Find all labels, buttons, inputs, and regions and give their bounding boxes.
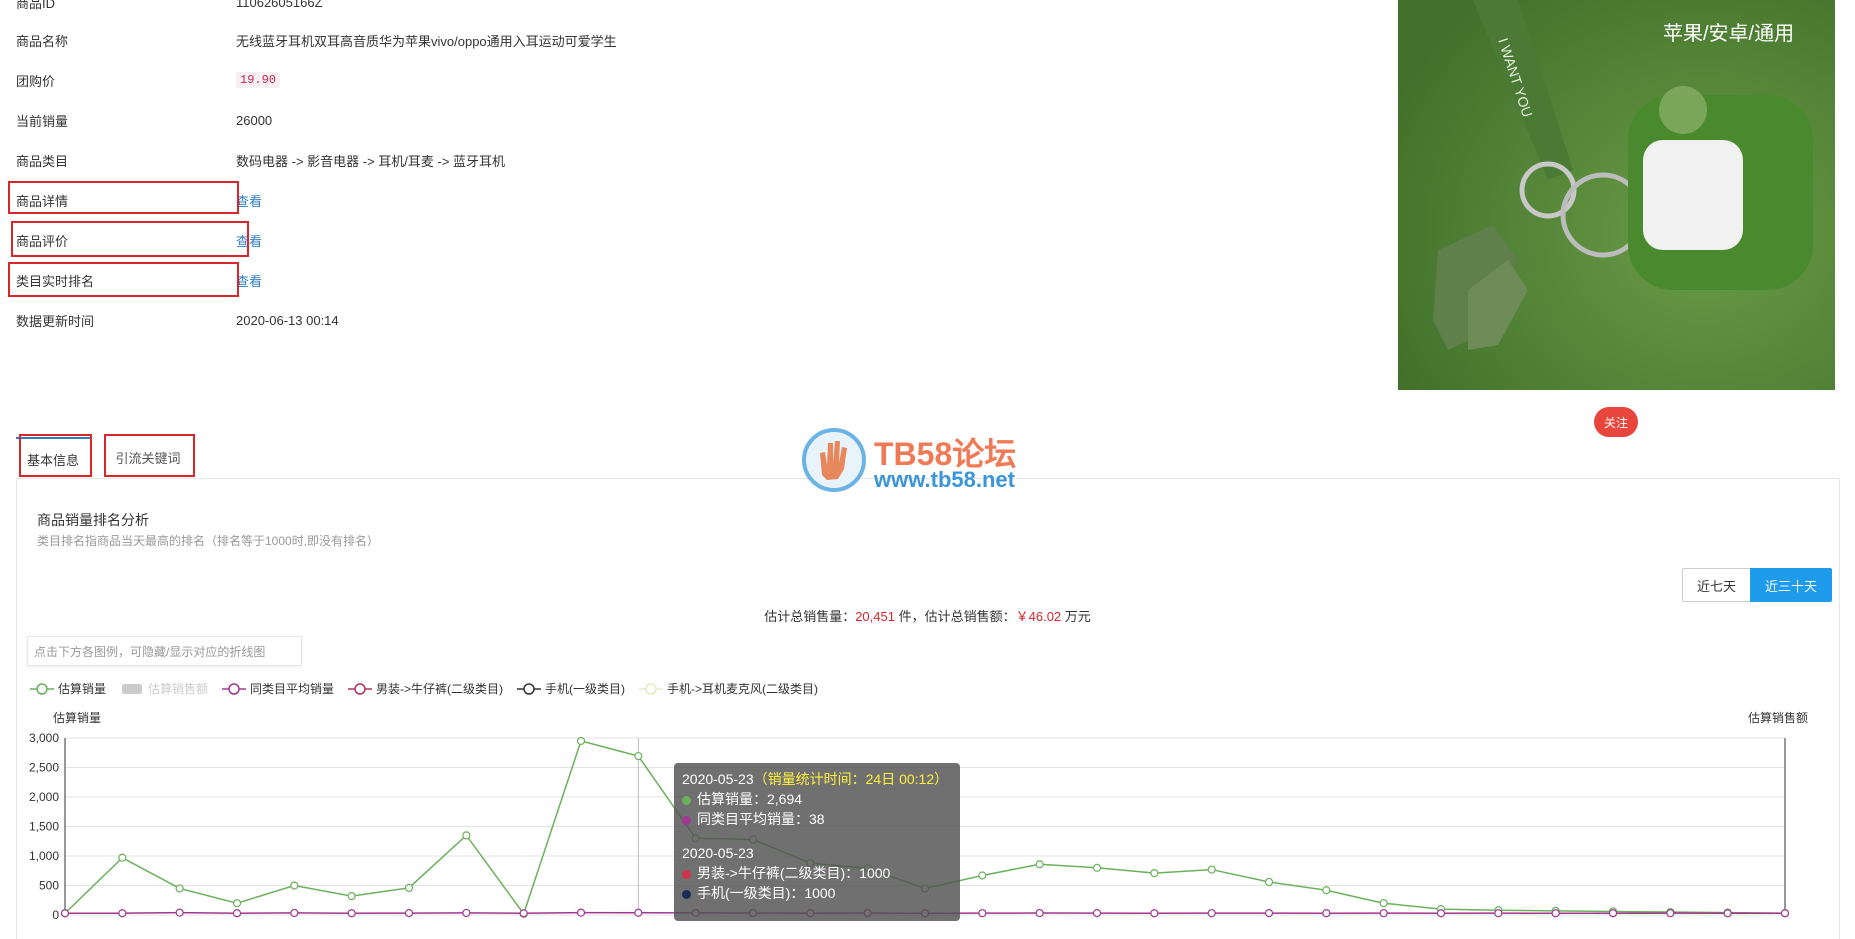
data-point	[1322, 886, 1331, 895]
tooltip-row: 手机(一级类目)：1000	[682, 883, 952, 903]
data-point	[634, 908, 643, 917]
y-tick-label: 1,500	[29, 820, 59, 834]
tooltip-row: 估算销量：2,694	[682, 789, 952, 809]
data-point	[1092, 909, 1102, 918]
data-point	[462, 908, 471, 918]
data-point	[175, 908, 184, 917]
data-point	[1150, 909, 1159, 918]
data-point	[347, 892, 356, 901]
data-point	[634, 751, 643, 761]
data-point	[576, 908, 586, 917]
y-tick-label: 0	[52, 908, 59, 921]
tooltip-dot-icon	[682, 815, 691, 825]
data-point	[1551, 909, 1560, 918]
tooltip-row: 男装->牛仔裤(二级类目)：1000	[682, 863, 952, 883]
data-point	[232, 909, 242, 918]
y-tick-label: 3,000	[29, 731, 59, 745]
data-point	[175, 884, 184, 893]
data-point	[290, 881, 299, 890]
data-point	[1150, 869, 1159, 878]
data-point	[1322, 909, 1331, 918]
data-point	[1608, 909, 1618, 918]
tooltip-row-label: 手机(一级类目)：1000	[697, 885, 836, 901]
tooltip-row-label: 男装->牛仔裤(二级类目)：1000	[697, 865, 891, 881]
tooltip-row-label: 估算销量：2,694	[697, 791, 803, 807]
data-point	[519, 909, 528, 918]
data-point	[1207, 865, 1216, 874]
data-point	[1035, 908, 1044, 918]
tooltip-row: 同类目平均销量：38	[682, 809, 952, 829]
data-point	[347, 909, 356, 918]
data-point	[1780, 909, 1790, 918]
data-point	[1666, 909, 1675, 918]
tooltip-date-1: 2020-05-23	[682, 771, 754, 787]
data-point	[404, 883, 414, 892]
tooltip-dot-icon	[682, 869, 691, 879]
data-point	[1092, 863, 1102, 872]
y-tick-label: 2,500	[29, 761, 59, 775]
y-tick-label: 2,000	[29, 790, 59, 804]
chart-tooltip: 2020-05-23（销量统计时间：24日 00:12） 估算销量：2,694 同…	[674, 763, 960, 921]
data-point	[60, 909, 70, 918]
data-point	[290, 908, 299, 918]
data-point	[462, 831, 471, 840]
data-point	[1379, 899, 1388, 908]
data-point	[1379, 909, 1388, 918]
data-point	[404, 909, 414, 918]
data-point	[1494, 909, 1503, 918]
y-tick-label: 500	[39, 879, 59, 893]
data-point	[576, 736, 586, 746]
data-point	[1035, 860, 1044, 869]
data-point	[1264, 909, 1274, 918]
data-point	[1436, 909, 1446, 918]
data-point	[1264, 877, 1274, 887]
data-point	[118, 909, 127, 918]
data-point	[1723, 909, 1732, 918]
tooltip-row-label: 同类目平均销量：38	[697, 811, 825, 827]
data-point	[232, 899, 242, 908]
data-point	[978, 871, 987, 880]
y-tick-label: 1,000	[29, 849, 59, 863]
tooltip-date-2: 2020-05-23	[682, 845, 754, 861]
data-point	[978, 909, 987, 918]
data-point	[1207, 909, 1216, 918]
tooltip-dot-icon	[682, 889, 691, 899]
tooltip-note: （销量统计时间：24日 00:12）	[753, 771, 949, 787]
data-point	[118, 853, 127, 862]
tooltip-dot-icon	[682, 795, 691, 805]
